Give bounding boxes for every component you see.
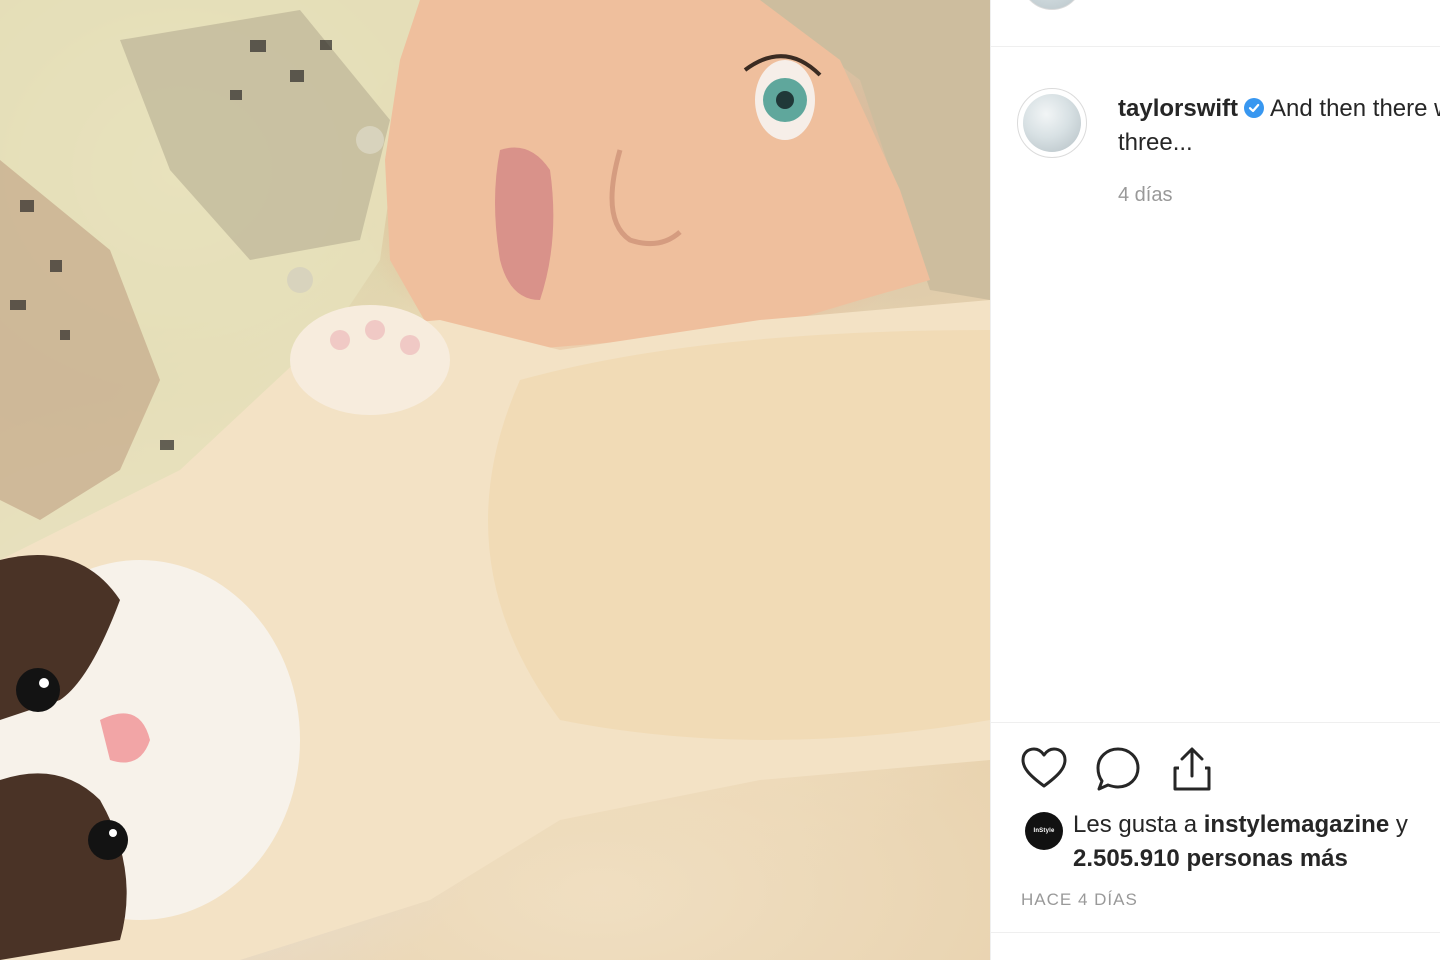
liked-by-avatar[interactable]: InStyle <box>1025 812 1063 850</box>
post-actions <box>1019 744 1259 796</box>
actions-divider <box>991 722 1440 723</box>
likes-prefix: Les gusta a <box>1073 811 1198 838</box>
caption-username[interactable]: taylorswift <box>1118 95 1238 122</box>
photo-illustration <box>0 0 990 960</box>
liked-by-avatar-label: InStyle <box>1033 828 1055 834</box>
caption-avatar[interactable] <box>1017 88 1087 158</box>
header-divider <box>991 46 1440 47</box>
caption-time: 4 días <box>1118 184 1173 206</box>
speech-bubble-icon <box>1096 747 1140 791</box>
liked-by-username[interactable]: instylemagazine <box>1204 811 1389 838</box>
likes-summary: Les gusta a instylemagazine y 2.505.910 … <box>1073 808 1440 876</box>
share-button[interactable] <box>1167 744 1217 794</box>
comment-button[interactable] <box>1093 744 1143 794</box>
post-caption: taylorswiftAnd then there were three... <box>1118 92 1440 160</box>
heart-outline-icon <box>1021 747 1067 788</box>
share-upload-icon <box>1173 747 1211 791</box>
verified-badge-icon <box>1244 98 1265 118</box>
header-avatar[interactable] <box>1021 0 1083 10</box>
likes-conjunction: y <box>1395 811 1408 838</box>
like-button[interactable] <box>1019 744 1069 794</box>
comment-divider <box>991 932 1440 933</box>
post-photo[interactable] <box>0 0 990 960</box>
post-details-panel: taylorswiftAnd then there were three... … <box>991 0 1440 960</box>
likes-count[interactable]: 2.505.910 personas más <box>1073 845 1348 872</box>
post-timestamp[interactable]: HACE 4 DÍAS <box>1021 890 1138 910</box>
caption-avatar-image <box>1023 94 1081 152</box>
